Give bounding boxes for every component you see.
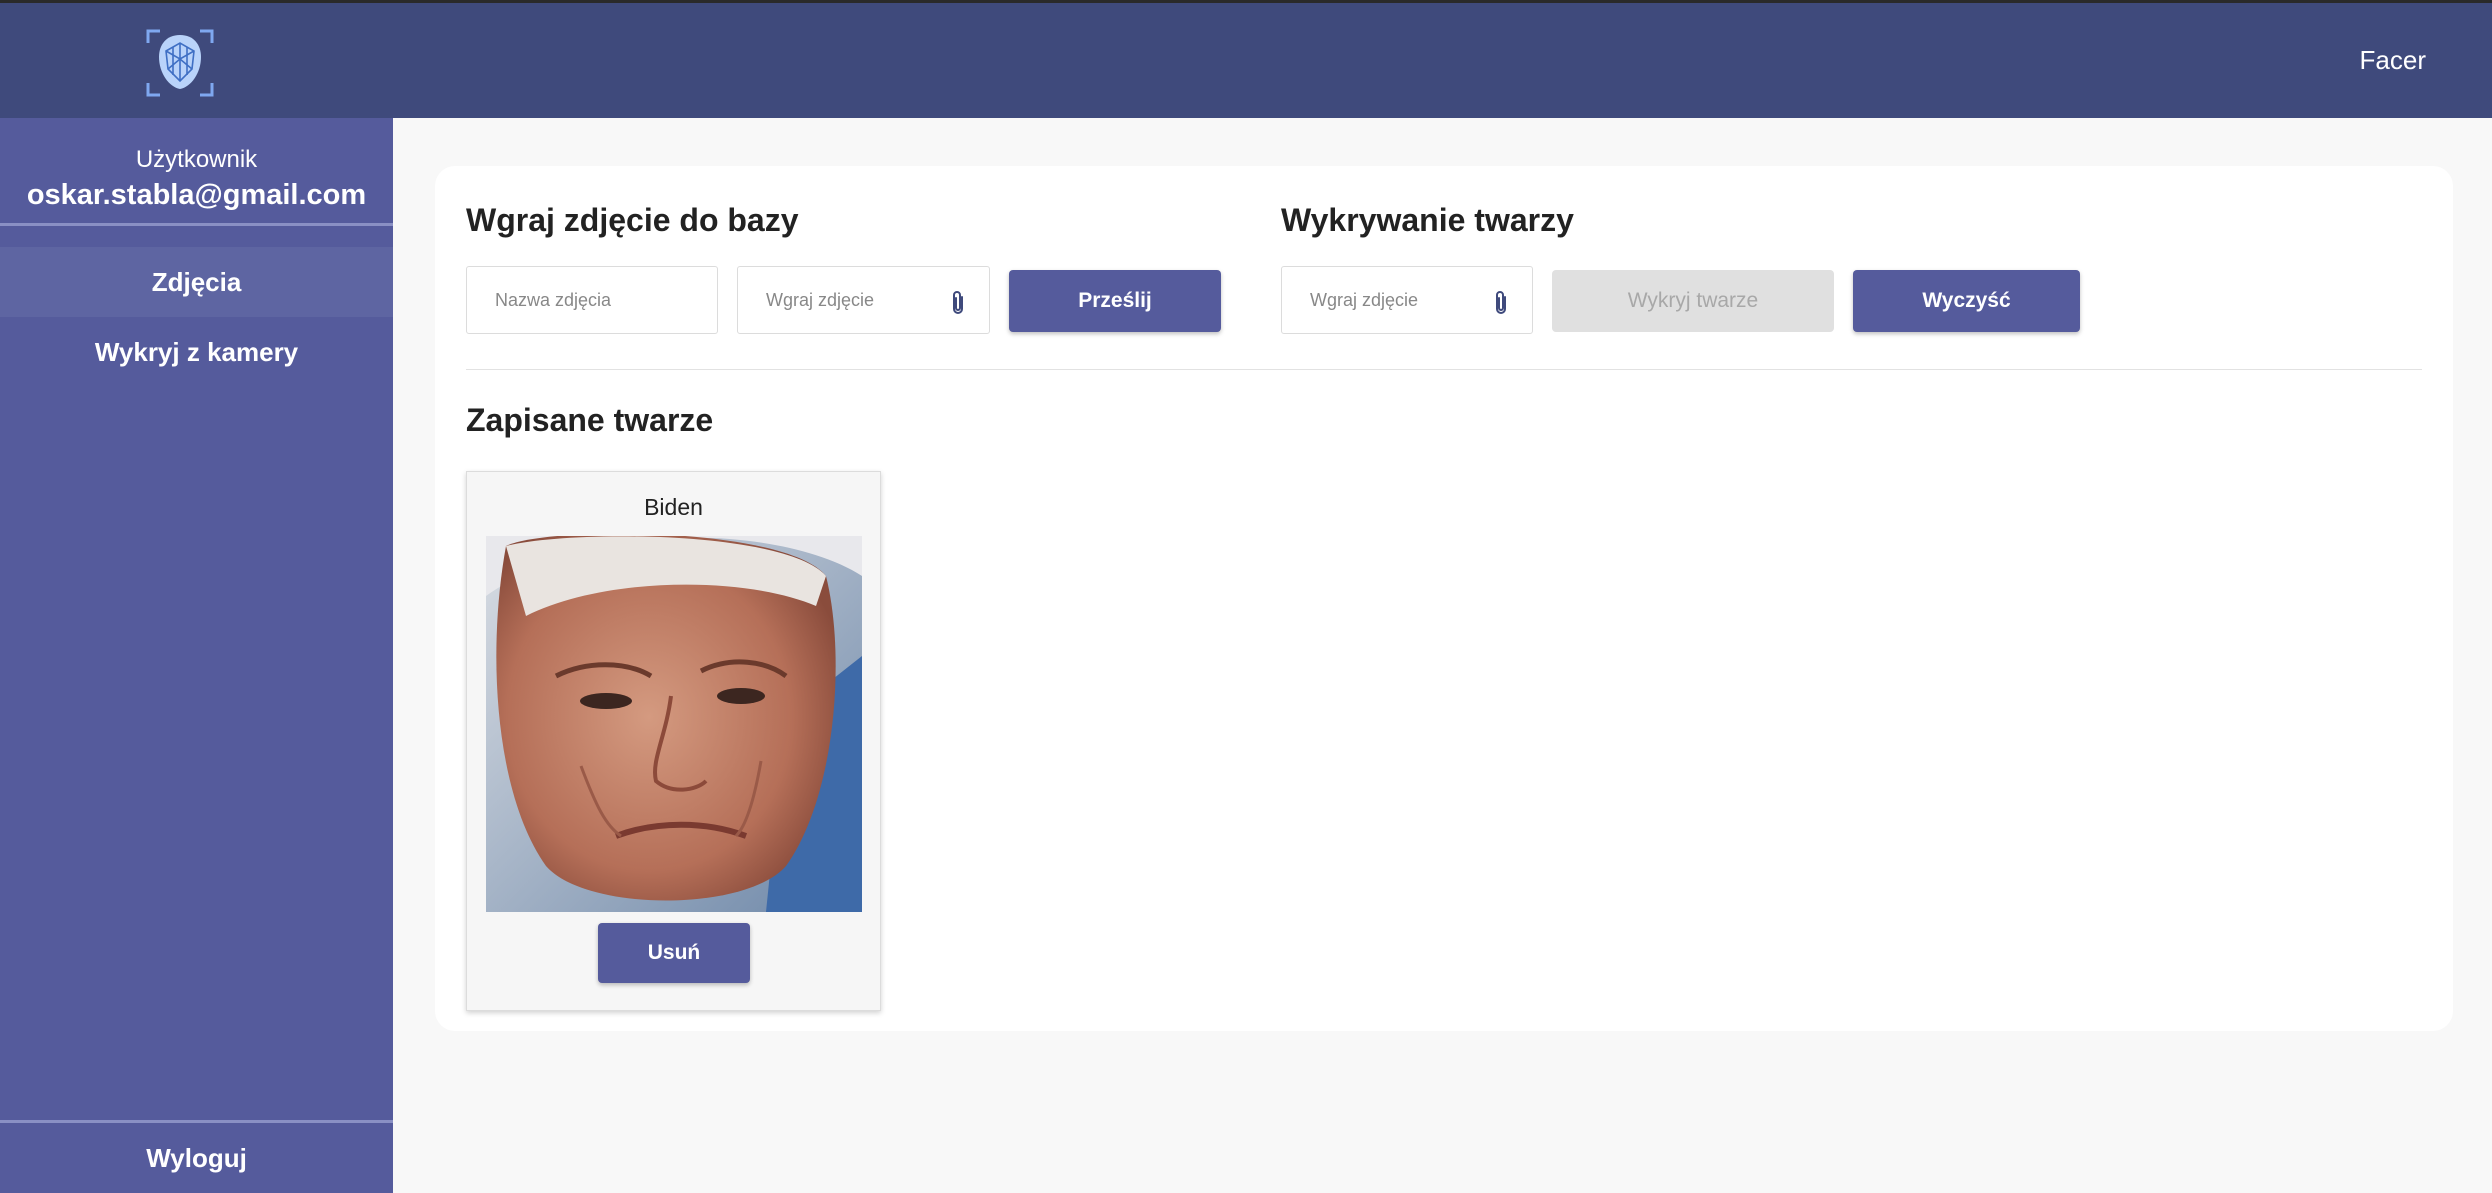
sidebar-item-photos[interactable]: Zdjęcia [0, 247, 393, 317]
user-email: oskar.stabla@gmail.com [26, 179, 367, 211]
clear-button[interactable]: Wyczyść [1853, 270, 2080, 332]
submit-upload-button[interactable]: Prześlij [1009, 270, 1221, 332]
saved-faces-title: Zapisane twarze [466, 402, 714, 438]
sidebar: Użytkownik oskar.stabla@gmail.com Zdjęci… [0, 118, 393, 1193]
user-caption: Użytkownik [135, 146, 258, 173]
sidebar-divider [0, 223, 393, 226]
face-name: Biden [644, 494, 703, 520]
detect-faces-button[interactable]: Wykryj twarze [1552, 270, 1834, 332]
logout-button[interactable]: Wyloguj [0, 1123, 393, 1193]
face-photo [486, 536, 862, 912]
user-info: Użytkownik oskar.stabla@gmail.com [0, 118, 393, 223]
delete-face-button[interactable]: Usuń [598, 923, 750, 983]
section-divider [466, 369, 2422, 370]
sidebar-item-camera-detect[interactable]: Wykryj z kamery [0, 317, 393, 387]
upload-file-placeholder: Wgraj zdjęcie [766, 290, 875, 310]
paperclip-icon [1496, 291, 1506, 314]
upload-file-input[interactable]: Wgraj zdjęcie [737, 266, 990, 334]
photo-name-placeholder: Nazwa zdjęcia [495, 290, 612, 310]
paperclip-icon [953, 291, 963, 314]
photo-name-input[interactable]: Nazwa zdjęcia [466, 266, 718, 334]
upload-section-title: Wgraj zdjęcie do bazy [466, 202, 799, 238]
app-name: Facer [2359, 45, 2426, 75]
saved-face-card: Biden Usuń [466, 471, 881, 1011]
logout-section: Wyloguj [0, 1120, 393, 1193]
face-scan-icon[interactable] [146, 29, 214, 97]
main-card: Wgraj zdjęcie do bazy Nazwa zdjęcia Wgra… [435, 166, 2453, 1031]
detect-file-input[interactable]: Wgraj zdjęcie [1281, 266, 1533, 334]
detect-section-title: Wykrywanie twarzy [1281, 202, 1574, 238]
app-header: Facer [0, 3, 2492, 118]
detect-file-placeholder: Wgraj zdjęcie [1310, 290, 1419, 310]
